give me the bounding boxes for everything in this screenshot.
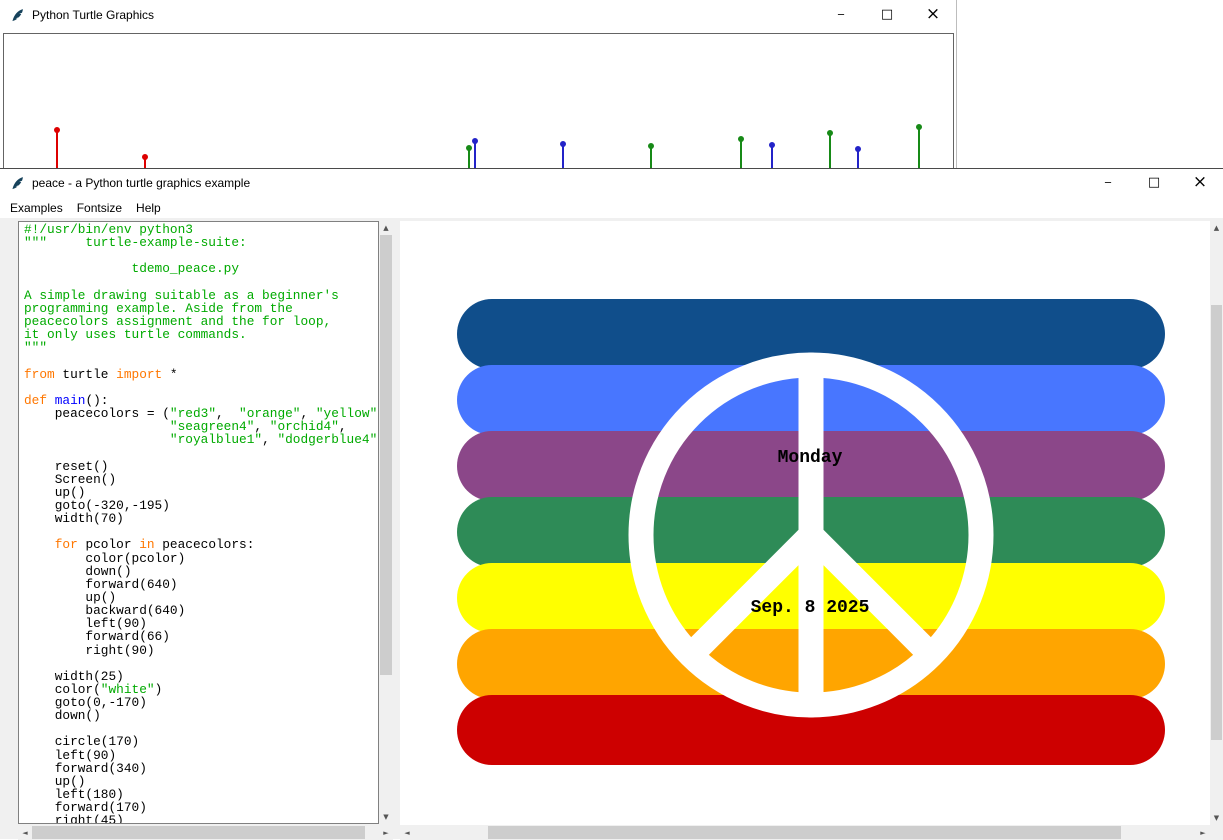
minimize-icon: ─ <box>838 10 844 21</box>
close-icon: × <box>1193 172 1207 192</box>
menu-examples[interactable]: Examples <box>3 199 70 217</box>
peace-canvas: Monday Sep. 8 2025 <box>400 221 1210 825</box>
turtle-graphics-titlebar[interactable]: Python Turtle Graphics ─ □ × <box>0 0 956 30</box>
menu-fontsize[interactable]: Fontsize <box>70 199 129 217</box>
tree-top-dot <box>648 143 654 149</box>
canvas-text-date: Sep. 8 2025 <box>751 598 870 618</box>
tree-stem <box>740 139 742 168</box>
turtle-graphics-window-title: Python Turtle Graphics <box>32 8 154 22</box>
tree-stem <box>650 146 652 168</box>
code-line: """ <box>24 341 378 354</box>
tree-stem <box>918 127 920 168</box>
window-controls: ─ □ × <box>818 0 956 30</box>
maximize-button[interactable]: □ <box>1131 169 1177 197</box>
canvas-horizontal-scrollbar[interactable]: ◄ ► <box>400 825 1210 840</box>
tree-stem <box>474 141 476 168</box>
code-line: down() <box>24 709 378 722</box>
tree-top-dot <box>827 130 833 136</box>
code-line: right(90) <box>24 644 378 657</box>
scroll-up-icon[interactable]: ▲ <box>1210 221 1223 235</box>
menu-help[interactable]: Help <box>129 199 168 217</box>
maximize-button[interactable]: □ <box>864 0 910 30</box>
close-icon: × <box>926 4 940 24</box>
canvas-text-weekday: Monday <box>778 448 843 468</box>
code-line: """ turtle-example-suite: <box>24 236 378 249</box>
turtle-app-icon <box>10 8 25 23</box>
code-line: right(45) <box>24 814 378 824</box>
scroll-down-icon[interactable]: ▼ <box>1210 811 1223 825</box>
tree-top-dot <box>466 145 472 151</box>
tree-stem <box>468 148 470 168</box>
minimize-button[interactable]: ─ <box>1085 169 1131 197</box>
close-button[interactable]: × <box>1177 169 1223 197</box>
close-button[interactable]: × <box>910 0 956 30</box>
tree-top-dot <box>472 138 478 144</box>
code-vertical-scrollbar[interactable]: ▲ ▼ <box>379 221 393 824</box>
code-line: it only uses turtle commands. <box>24 328 378 341</box>
scroll-left-icon[interactable]: ◄ <box>400 825 414 840</box>
scroll-left-icon[interactable]: ◄ <box>18 825 32 840</box>
window-controls: ─ □ × <box>1085 169 1223 197</box>
tree-top-dot <box>855 146 861 152</box>
scrollbar-thumb[interactable] <box>32 826 365 839</box>
scroll-up-icon[interactable]: ▲ <box>379 221 393 235</box>
menu-bar: ExamplesFontsizeHelp <box>0 197 1223 218</box>
peace-window: peace - a Python turtle graphics example… <box>0 168 1223 839</box>
scrollbar-thumb[interactable] <box>380 235 392 675</box>
code-line: from turtle import * <box>24 368 378 381</box>
scrollbar-thumb[interactable] <box>488 826 1121 839</box>
scroll-right-icon[interactable]: ► <box>379 825 393 840</box>
scroll-right-icon[interactable]: ► <box>1196 825 1210 840</box>
maximize-icon: □ <box>1148 175 1160 190</box>
peace-titlebar[interactable]: peace - a Python turtle graphics example… <box>0 169 1223 197</box>
scroll-down-icon[interactable]: ▼ <box>379 810 393 824</box>
tree-top-dot <box>54 127 60 133</box>
code-horizontal-scrollbar[interactable]: ◄ ► <box>18 825 393 840</box>
maximize-icon: □ <box>881 7 893 22</box>
tree-top-dot <box>769 142 775 148</box>
scrollbar-corner <box>1210 825 1223 840</box>
code-line: "royalblue1", "dodgerblue4") <box>24 433 378 446</box>
minimize-button[interactable]: ─ <box>818 0 864 30</box>
tree-stem <box>829 133 831 168</box>
code-line: tdemo_peace.py <box>24 262 378 275</box>
minimize-icon: ─ <box>1105 178 1111 189</box>
code-editor[interactable]: #!/usr/bin/env python3""" turtle-example… <box>18 221 379 824</box>
tree-stem <box>56 130 58 168</box>
tree-top-dot <box>142 154 148 160</box>
peace-symbol <box>400 221 1210 825</box>
tree-top-dot <box>560 141 566 147</box>
tree-stem <box>562 144 564 168</box>
peace-window-title: peace - a Python turtle graphics example <box>32 176 250 190</box>
code-text: #!/usr/bin/env python3""" turtle-example… <box>24 223 378 824</box>
canvas-vertical-scrollbar[interactable]: ▲ ▼ <box>1210 221 1223 825</box>
turtle-app-icon <box>10 176 25 191</box>
tree-stem <box>771 145 773 168</box>
scrollbar-thumb[interactable] <box>1211 305 1222 740</box>
tree-top-dot <box>916 124 922 130</box>
tree-top-dot <box>738 136 744 142</box>
code-line: width(70) <box>24 512 378 525</box>
